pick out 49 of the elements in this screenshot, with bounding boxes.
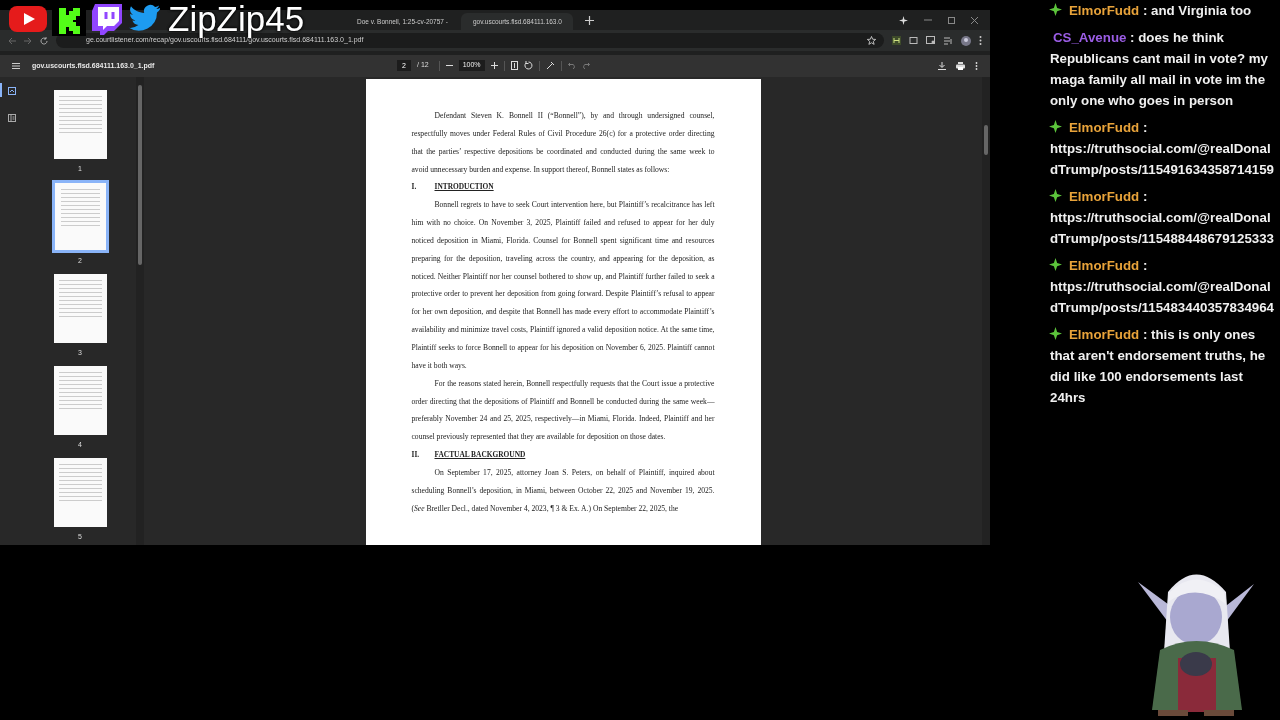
chat-message: ElmorFudd : this is only ones that aren't endorsement truths, he did like 100 endorsements last 24hrs (1048, 326, 1267, 407)
chat-username: ElmorFudd (1069, 189, 1140, 204)
chat-username: ElmorFudd (1069, 3, 1140, 18)
chat-username: ElmorFudd (1069, 258, 1140, 273)
back-icon[interactable] (8, 36, 16, 45)
more-icon[interactable] (975, 62, 978, 70)
thumbnails-icon[interactable] (8, 87, 16, 95)
page-thumbnail[interactable] (53, 274, 107, 343)
forward-icon[interactable] (24, 36, 32, 45)
menu-icon[interactable] (12, 63, 20, 69)
plus-icon (584, 15, 594, 25)
outline-icon[interactable] (8, 114, 16, 122)
page-thumbnail[interactable] (53, 458, 107, 527)
screenshot-icon[interactable] (926, 36, 936, 45)
profile-icon[interactable] (961, 35, 971, 46)
download-icon[interactable] (938, 62, 946, 70)
chat-message: ElmorFudd : and Virginia too (1040, 0, 1276, 21)
star-icon[interactable] (867, 36, 876, 45)
chat-username: ElmorFudd (1069, 327, 1140, 342)
chat-message: CS_Avenue : does he think Republicans cant mail in vote? my maga family all mail in vote im the only one who goes in person (1049, 29, 1269, 110)
redo-icon[interactable] (581, 62, 590, 69)
puzzle-icon[interactable] (909, 36, 918, 45)
print-icon[interactable] (956, 62, 965, 70)
chat-message: ElmorFudd : https://truthsocial.com/@realDonaldTrump/posts/115483440357834964 (1048, 257, 1275, 317)
rotate-icon[interactable] (523, 61, 533, 70)
chat-username: ElmorFudd (1069, 120, 1140, 135)
annotate-icon[interactable] (545, 61, 555, 70)
chat-username: CS_Avenue (1053, 30, 1127, 45)
more-icon[interactable] (979, 36, 982, 45)
page-thumbnail[interactable] (53, 90, 107, 159)
twitch-logo-icon (90, 2, 124, 36)
extension-icon[interactable] (892, 36, 901, 45)
bird-logo-icon (128, 4, 162, 34)
chat-message: ElmorFudd : https://truthsocial.com/@realDonaldTrump/posts/115491634358714159 (1048, 119, 1275, 179)
zoom-in-icon[interactable] (490, 62, 498, 69)
scrollbar[interactable] (136, 77, 144, 545)
maximize-icon[interactable] (948, 16, 955, 24)
video-logo-icon (8, 3, 48, 35)
chat-message: ElmorFudd : https://truthsocial.com/@realDonaldTrump/posts/115488448679125333 (1048, 188, 1275, 248)
sparkle-icon[interactable] (899, 15, 908, 25)
scrollbar[interactable] (982, 77, 990, 545)
page-thumbnail[interactable] (53, 366, 107, 435)
undo-icon[interactable] (567, 62, 576, 69)
media-icon[interactable] (944, 36, 953, 45)
reload-icon[interactable] (40, 36, 48, 45)
zoom-out-icon[interactable] (445, 62, 453, 69)
close-icon[interactable] (971, 16, 978, 24)
page-thumbnail[interactable] (51, 180, 109, 253)
fit-page-icon[interactable] (510, 61, 518, 70)
